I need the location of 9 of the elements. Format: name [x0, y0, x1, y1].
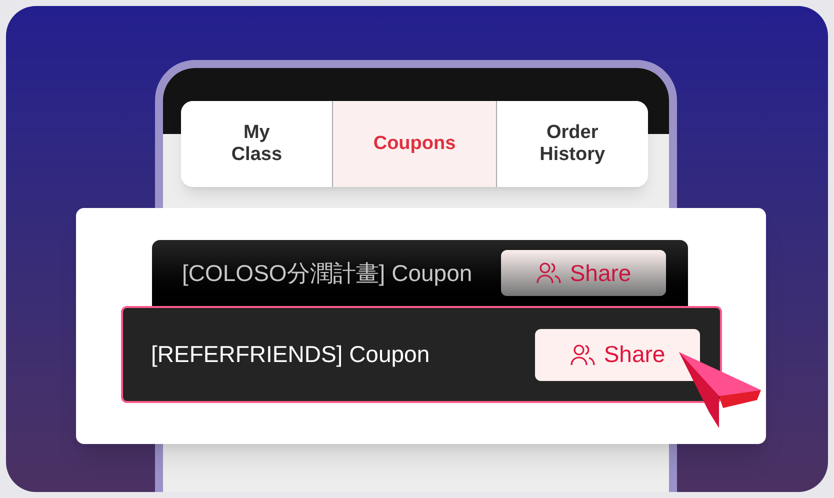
people-icon [570, 342, 596, 366]
coupon-name: [REFERFRIENDS] Coupon [151, 340, 430, 370]
tab[interactable]: Order History [496, 101, 648, 187]
tab[interactable]: My Class [181, 101, 332, 187]
share-button[interactable]: Share [501, 250, 666, 296]
tab[interactable]: Coupons [332, 101, 496, 187]
coupon-name: [COLOSO分潤計畫] Coupon [182, 258, 472, 288]
share-button[interactable]: Share [535, 328, 700, 380]
people-icon [536, 261, 562, 285]
